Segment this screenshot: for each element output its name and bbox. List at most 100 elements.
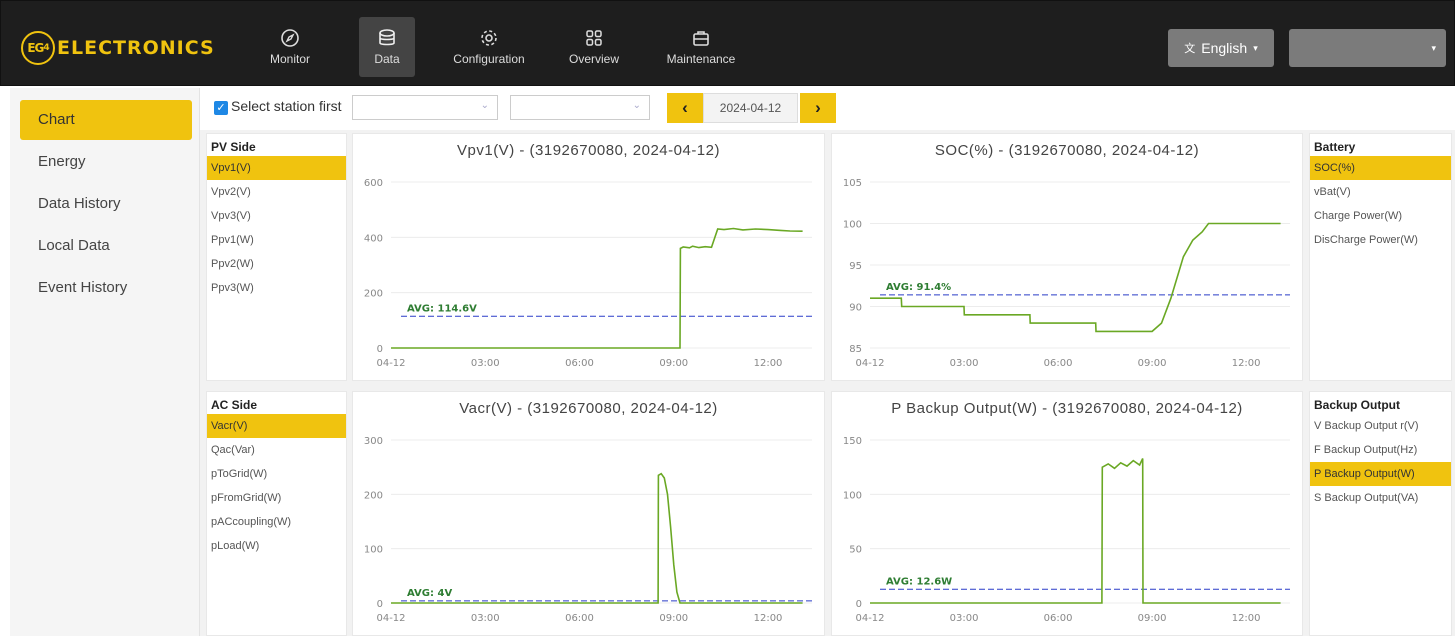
list-item[interactable]: vBat(V) (1310, 180, 1451, 204)
list-item[interactable]: DisCharge Power(W) (1310, 228, 1451, 252)
logo-mark: EG 4 (21, 31, 55, 65)
battery-panel: Battery SOC(%) vBat(V) Charge Power(W) D… (1309, 133, 1452, 381)
series-line (391, 227, 803, 349)
nav-overview[interactable]: Overview (559, 17, 629, 77)
nav-label: Overview (568, 52, 619, 66)
list-item[interactable]: pLoad(W) (207, 534, 346, 558)
backup-output-panel: Backup Output V Backup Output r(V) F Bac… (1309, 391, 1452, 636)
sidebar-item-data-history[interactable]: Data History (20, 184, 192, 224)
sidebar-item-energy[interactable]: Energy (20, 142, 192, 182)
compass-icon (281, 29, 299, 47)
chevron-down-icon: ⌄ (632, 100, 641, 111)
list-item[interactable]: Vpv1(V) (207, 156, 346, 180)
x-tick-label: 12:00 (1232, 358, 1261, 369)
x-tick-label: 04-12 (376, 613, 405, 624)
panel-title: AC Side (211, 398, 258, 412)
x-tick-label: 09:00 (659, 358, 688, 369)
list-item[interactable]: Charge Power(W) (1310, 204, 1451, 228)
y-tick-label: 100 (843, 490, 862, 501)
logo-mark-sub: 4 (43, 43, 49, 53)
chart-vacr: 0 100 200 300 04-12 03:00 06:00 09:00 12:00 AVG: … (352, 391, 825, 636)
list-item[interactable]: Vpv3(V) (207, 204, 346, 228)
device-select[interactable]: ⌄ (510, 95, 650, 120)
y-tick-label: 90 (849, 303, 862, 314)
list-item[interactable]: P Backup Output(W) (1310, 462, 1451, 486)
y-tick-label: 100 (843, 220, 862, 231)
list-item[interactable]: pFromGrid(W) (207, 486, 346, 510)
date-input[interactable]: 2024-04-12 (703, 93, 798, 123)
list-item[interactable]: pToGrid(W) (207, 462, 346, 486)
avg-label: AVG: 4V (407, 588, 452, 599)
date-next-button[interactable]: › (800, 93, 836, 123)
x-tick-label: 03:00 (950, 613, 979, 624)
list-item[interactable]: Vpv2(V) (207, 180, 346, 204)
x-tick-label: 06:00 (565, 358, 594, 369)
y-tick-label: 50 (849, 545, 862, 556)
sidebar-item-chart[interactable]: Chart (20, 100, 192, 140)
nav-data[interactable]: Data (359, 17, 415, 77)
chart-title: Vacr(V) - (3192670080, 2024-04-12) (459, 400, 718, 417)
nav-label: Maintenance (666, 52, 736, 66)
language-select[interactable]: 文 English ▾ (1168, 29, 1274, 67)
list-item[interactable]: pACcoupling(W) (207, 510, 346, 534)
series-line (870, 222, 1281, 333)
chart-svg: 85 90 95 100 105 04-12 03:00 06:00 09:00 12:00 AVG… (843, 178, 1290, 369)
list-item[interactable]: Vacr(V) (207, 414, 346, 438)
list-item[interactable]: Ppv2(W) (207, 252, 346, 276)
y-tick-label: 200 (364, 289, 383, 300)
avg-label: AVG: 114.6V (407, 303, 477, 314)
list-item[interactable]: V Backup Output r(V) (1310, 414, 1451, 438)
station-checkbox[interactable]: ✓ (214, 101, 228, 115)
station-select[interactable]: ⌄ (352, 95, 498, 120)
grid-icon (586, 30, 602, 46)
x-tick-label: 09:00 (659, 613, 688, 624)
x-tick-label: 06:00 (1044, 358, 1073, 369)
chevron-down-icon: ⌄ (480, 100, 489, 111)
language-icon: 文 (1184, 43, 1196, 55)
main-nav: Monitor Data Configuration Overview Main… (253, 17, 745, 77)
x-tick-label: 09:00 (1138, 358, 1167, 369)
list-item[interactable]: SOC(%) (1310, 156, 1451, 180)
x-tick-label: 03:00 (471, 613, 500, 624)
x-tick-label: 12:00 (754, 613, 783, 624)
nav-label: Data (374, 52, 400, 66)
list-item[interactable]: Qac(Var) (207, 438, 346, 462)
nav-maintenance[interactable]: Maintenance (657, 17, 745, 77)
panel-title: Battery (1314, 140, 1356, 154)
x-tick-label: 04-12 (376, 358, 405, 369)
y-tick-label: 200 (364, 490, 383, 501)
nav-monitor[interactable]: Monitor (253, 17, 327, 77)
language-label: English (1201, 40, 1248, 56)
sidebar: Chart Energy Data History Local Data Eve… (10, 88, 200, 636)
station-checkbox-label: Select station first (231, 98, 342, 114)
sidebar-item-event-history[interactable]: Event History (20, 268, 192, 308)
panel-title: PV Side (211, 140, 256, 154)
y-tick-label: 105 (843, 178, 862, 189)
y-tick-label: 300 (364, 436, 383, 447)
y-tick-label: 400 (364, 233, 383, 244)
y-tick-label: 95 (849, 261, 862, 272)
sidebar-item-local-data[interactable]: Local Data (20, 226, 192, 266)
database-icon (379, 29, 395, 46)
panel-title: Backup Output (1314, 398, 1400, 412)
x-tick-label: 12:00 (1232, 613, 1261, 624)
x-tick-label: 04-12 (855, 613, 884, 624)
x-tick-label: 06:00 (565, 613, 594, 624)
date-prev-button[interactable]: ‹ (667, 93, 703, 123)
nav-configuration[interactable]: Configuration (437, 17, 541, 77)
chevron-down-icon: ▾ (1431, 43, 1436, 53)
chart-title: SOC(%) - (3192670080, 2024-04-12) (934, 142, 1200, 159)
list-item[interactable]: Ppv1(W) (207, 228, 346, 252)
nav-label: Configuration (453, 52, 525, 66)
account-select[interactable]: ▾ (1289, 29, 1446, 67)
x-tick-label: 03:00 (471, 358, 500, 369)
avg-label: AVG: 91.4% (886, 282, 951, 293)
filter-toolbar: ✓ Select station first ⌄ ⌄ ‹ 2024-04-12 … (206, 93, 1446, 123)
brand-logo[interactable]: EG 4 ELECTRONICS (21, 31, 215, 65)
list-item[interactable]: Ppv3(W) (207, 276, 346, 300)
list-item[interactable]: F Backup Output(Hz) (1310, 438, 1451, 462)
list-item[interactable]: S Backup Output(VA) (1310, 486, 1451, 510)
chart-svg: 0 50 100 150 04-12 03:00 06:00 09:00 12:00 AVG: 1… (843, 436, 1290, 624)
x-tick-label: 06:00 (1044, 613, 1073, 624)
x-tick-label: 09:00 (1138, 613, 1167, 624)
